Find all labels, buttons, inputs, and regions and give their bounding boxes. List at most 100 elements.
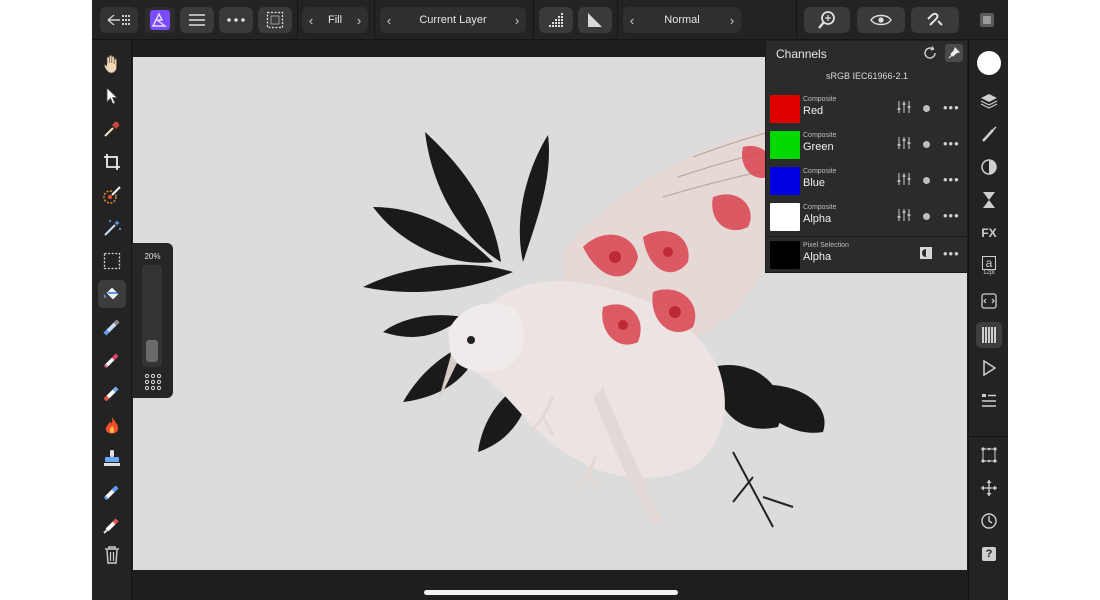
magic-wand-icon	[104, 220, 121, 236]
channel-name: Alpha	[803, 213, 832, 225]
brush-panel-icon	[982, 126, 997, 142]
layer-selector[interactable]: ‹ Current Layer ›	[380, 7, 526, 33]
sliders-icon[interactable]	[897, 136, 911, 150]
move-tool[interactable]	[98, 82, 126, 110]
text-icon: a	[982, 256, 996, 270]
marquee-tool[interactable]	[98, 247, 126, 275]
brush-size-popover: 20%	[132, 243, 173, 398]
fill-selector[interactable]: ‹ Fill ›	[302, 7, 368, 33]
transform-panel-icon	[981, 293, 997, 309]
stamp-icon	[104, 450, 120, 466]
sliders-icon[interactable]	[897, 100, 911, 114]
help-button[interactable]: ?	[976, 541, 1002, 567]
chevron-left-icon[interactable]: ‹	[623, 13, 641, 28]
paint-brush-tool[interactable]	[98, 313, 126, 341]
history-button[interactable]	[976, 187, 1002, 213]
back-arrow-grid-icon	[107, 14, 130, 26]
channel-more-button[interactable]: •••	[943, 172, 960, 187]
channel-caption: Composite	[803, 96, 837, 103]
crop-tool[interactable]	[98, 148, 126, 176]
brushes-button[interactable]	[976, 121, 1002, 147]
move-transform-button[interactable]	[976, 475, 1002, 501]
channel-row[interactable]: Composite Blue •••	[766, 163, 968, 197]
snapping-grid-button[interactable]	[976, 442, 1002, 468]
channel-more-button[interactable]: •••	[943, 100, 960, 115]
channel-visibility-dot[interactable]	[923, 105, 930, 112]
assistant-button[interactable]	[974, 7, 1000, 33]
channel-more-button[interactable]: •••	[943, 246, 960, 261]
refresh-icon[interactable]	[923, 46, 937, 60]
snapping-button[interactable]	[911, 7, 959, 33]
erase-brush-tool[interactable]	[98, 379, 126, 407]
flood-select-tool[interactable]	[98, 214, 126, 242]
layers-button[interactable]	[976, 88, 1002, 114]
adjustments-button[interactable]	[976, 154, 1002, 180]
fx-button[interactable]: FX	[976, 220, 1002, 246]
navigator-button[interactable]	[976, 388, 1002, 414]
color-button[interactable]	[976, 50, 1002, 76]
selection-brush-tool[interactable]	[98, 181, 126, 209]
channel-row[interactable]: Composite Green •••	[766, 127, 968, 161]
selection-button[interactable]	[258, 7, 292, 33]
chevron-right-icon[interactable]: ›	[508, 13, 526, 28]
transform-button[interactable]	[976, 288, 1002, 314]
channel-row[interactable]: Composite Red •••	[766, 91, 968, 125]
channels-panel-button[interactable]	[976, 322, 1002, 348]
macro-button[interactable]	[976, 355, 1002, 381]
chevron-right-icon[interactable]: ›	[723, 13, 741, 28]
chevron-left-icon[interactable]: ‹	[302, 13, 320, 28]
channel-more-button[interactable]: •••	[943, 208, 960, 223]
channel-more-button[interactable]: •••	[943, 136, 960, 151]
channel-thumbnail	[770, 167, 800, 195]
sliders-icon[interactable]	[897, 172, 911, 186]
burn-tool[interactable]	[98, 412, 126, 440]
home-indicator[interactable]	[424, 590, 678, 595]
color-swatch-icon	[977, 51, 1001, 75]
brush-settings-icon[interactable]	[144, 373, 162, 391]
channel-visibility-dot[interactable]	[923, 141, 930, 148]
channel-thumbnail	[770, 203, 800, 231]
blend-mode-selector[interactable]: ‹ Normal ›	[623, 7, 741, 33]
menu-button[interactable]	[180, 7, 214, 33]
clone-tool[interactable]	[98, 445, 126, 473]
fill-tool[interactable]	[98, 280, 126, 308]
dotted-selection-icon	[266, 11, 284, 29]
zoom-button[interactable]	[804, 7, 850, 33]
more-button[interactable]	[219, 7, 253, 33]
history-clock-button[interactable]	[976, 508, 1002, 534]
blend-mode-label: Normal	[664, 14, 700, 26]
channel-name: Blue	[803, 177, 826, 189]
channel-visibility-dot[interactable]	[923, 177, 930, 184]
color-profile-label: sRGB IEC61966-2.1	[825, 71, 909, 81]
layers-icon	[980, 94, 998, 109]
app-window: ‹ Fill › ‹ Current Layer › ‹ Normal › 20…	[92, 0, 1008, 600]
healing-brush-tool[interactable]	[98, 478, 126, 506]
brush-size-slider-handle[interactable]	[146, 340, 158, 362]
pin-button[interactable]	[945, 44, 963, 62]
channel-name: Green	[803, 141, 834, 153]
pixel-tool[interactable]	[98, 346, 126, 374]
delete-button[interactable]	[98, 541, 126, 569]
ramp-button[interactable]	[578, 7, 612, 33]
magnet-icon	[927, 12, 943, 26]
channel-visibility-dot[interactable]	[923, 213, 930, 220]
back-button[interactable]	[100, 7, 138, 33]
chevron-right-icon[interactable]: ›	[350, 13, 368, 28]
move-arrows-icon	[981, 480, 997, 496]
preview-button[interactable]	[857, 7, 905, 33]
character-button[interactable]: a 12pt	[976, 253, 1002, 279]
channel-row[interactable]: Pixel Selection Alpha •••	[766, 237, 968, 271]
hand-tool[interactable]	[98, 50, 126, 78]
channel-row[interactable]: Composite Alpha •••	[766, 199, 968, 233]
mask-toggle-icon[interactable]	[919, 246, 933, 260]
crop-icon	[104, 154, 120, 170]
color-picker-tool[interactable]	[98, 115, 126, 143]
affinity-photo-icon	[150, 10, 170, 30]
photo-persona-button[interactable]	[145, 7, 175, 33]
dither-button[interactable]	[539, 7, 573, 33]
layer-label: Current Layer	[419, 14, 487, 26]
channels-icon	[982, 327, 996, 343]
smudge-tool[interactable]	[98, 511, 126, 539]
chevron-left-icon[interactable]: ‹	[380, 13, 398, 28]
sliders-icon[interactable]	[897, 208, 911, 222]
